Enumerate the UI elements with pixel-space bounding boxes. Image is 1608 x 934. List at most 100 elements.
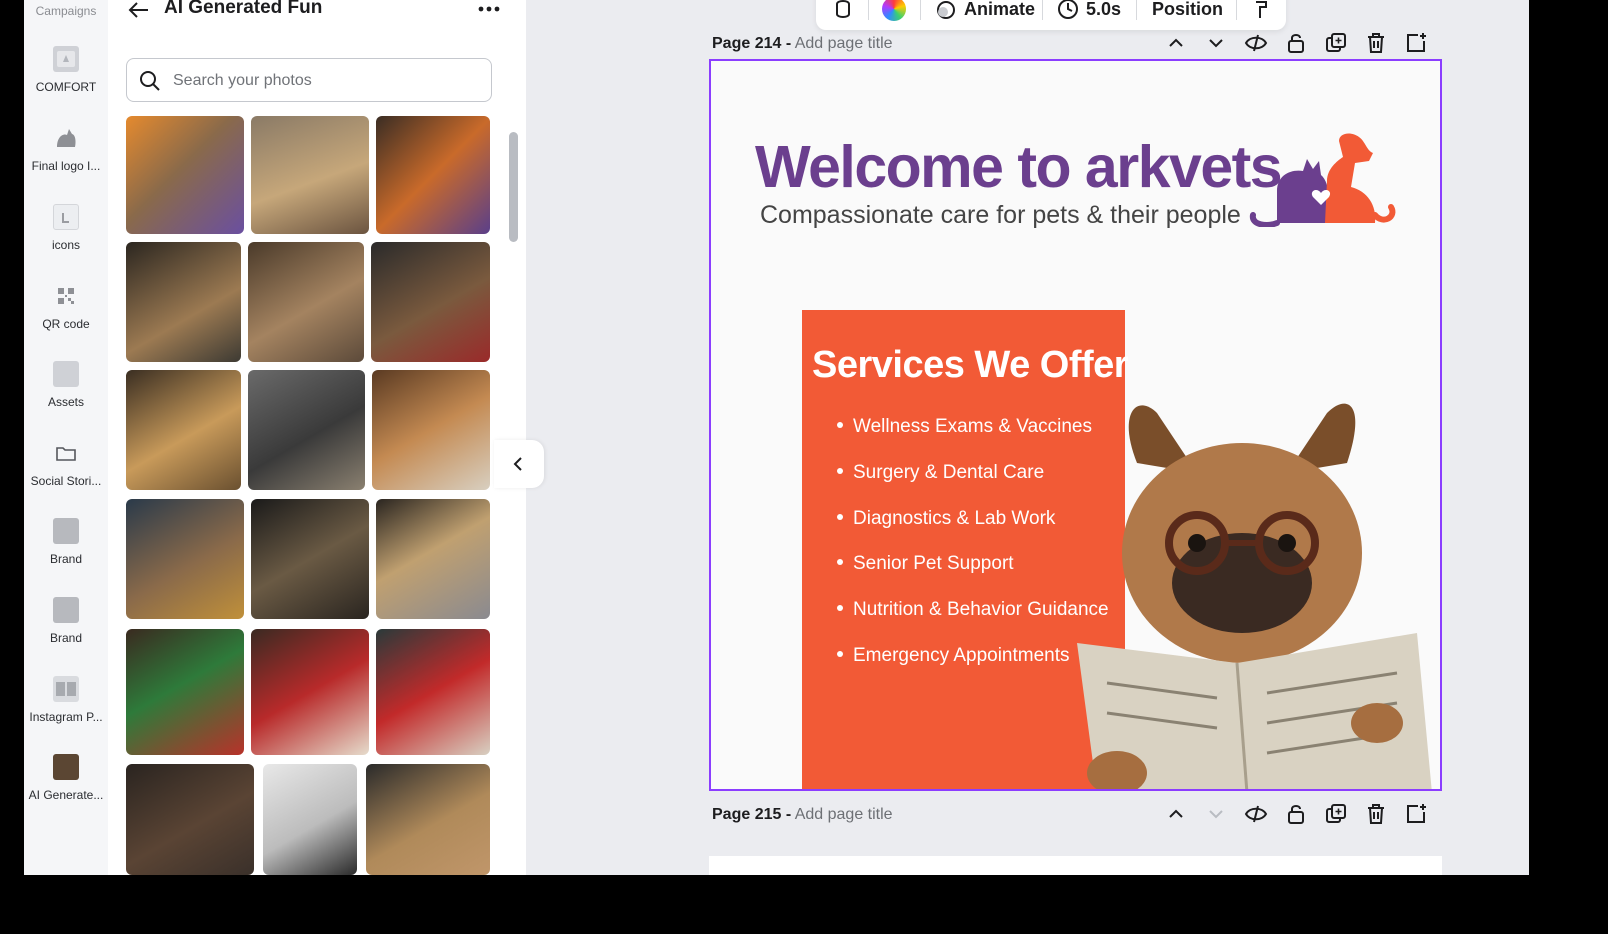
- rail-item-qr-code[interactable]: QR code: [24, 283, 108, 331]
- delete-page-icon[interactable]: [1364, 31, 1388, 55]
- photo-thumbnail[interactable]: [248, 242, 364, 362]
- collapse-panel-button[interactable]: [494, 440, 544, 488]
- page-number: Page 214 -: [712, 35, 792, 52]
- arkvets-logo[interactable]: [1247, 131, 1397, 227]
- rail-item-icons[interactable]: icons: [24, 204, 108, 252]
- color-wheel-icon: [882, 0, 906, 21]
- scrollbar-thumb[interactable]: [509, 132, 518, 242]
- photo-thumbnail[interactable]: [371, 242, 490, 362]
- hide-page-icon[interactable]: [1244, 31, 1268, 55]
- photo-thumbnail[interactable]: [251, 116, 369, 234]
- rail-item-label: Brand: [49, 631, 83, 645]
- move-up-icon[interactable]: [1164, 31, 1188, 55]
- photo-thumbnail[interactable]: [248, 370, 365, 490]
- photo-thumbnail[interactable]: [126, 764, 254, 875]
- lock-icon[interactable]: [1284, 802, 1308, 826]
- page-title-input[interactable]: Add page title: [795, 35, 893, 52]
- panel-scrollbar[interactable]: [508, 132, 518, 872]
- photo-thumbnail[interactable]: [372, 370, 490, 490]
- rail-item-comfort[interactable]: COMFORT: [24, 46, 108, 94]
- photo-thumbnail[interactable]: [126, 116, 244, 234]
- toolbar-divider: [920, 0, 921, 20]
- duplicate-page-icon[interactable]: [1324, 802, 1348, 826]
- move-up-icon[interactable]: [1164, 802, 1188, 826]
- rail-item-ai-generated[interactable]: AI Generate...: [24, 754, 108, 802]
- paint-bucket-button[interactable]: [832, 0, 854, 26]
- instagram-thumbnail: [53, 676, 79, 702]
- icons-thumbnail: [53, 204, 79, 230]
- page-header-214: Page 214 - Add page title: [712, 35, 893, 53]
- search-icon: [140, 71, 160, 91]
- photo-thumbnail[interactable]: [251, 629, 369, 755]
- back-arrow-icon[interactable]: [128, 0, 150, 20]
- color-picker-button[interactable]: [882, 0, 906, 26]
- toolbar-divider: [1136, 0, 1137, 20]
- qr-code-icon: [53, 283, 79, 309]
- duplicate-page-icon[interactable]: [1324, 31, 1348, 55]
- rail-item-social-stories[interactable]: Social Stori...: [24, 440, 108, 488]
- services-title[interactable]: Services We Offer: [812, 344, 1129, 387]
- photo-thumbnail[interactable]: [376, 499, 490, 619]
- service-item[interactable]: Emergency Appointments: [837, 645, 1070, 667]
- design-canvas[interactable]: Welcome to arkvets Compassionate care fo…: [709, 59, 1442, 791]
- add-page-icon[interactable]: [1404, 31, 1428, 55]
- animate-label: Animate: [964, 0, 1036, 19]
- search-input[interactable]: [171, 69, 475, 93]
- headline[interactable]: Welcome to arkvets: [755, 133, 1283, 201]
- photo-thumbnail[interactable]: [126, 629, 244, 755]
- animate-button[interactable]: Animate: [934, 0, 1035, 26]
- service-item[interactable]: Surgery & Dental Care: [837, 462, 1044, 484]
- style-copy-button[interactable]: [1250, 0, 1272, 26]
- page-header-215: Page 215 - Add page title: [712, 806, 893, 824]
- service-item[interactable]: Nutrition & Behavior Guidance: [837, 599, 1109, 621]
- chevron-left-icon: [513, 457, 522, 471]
- hide-page-icon[interactable]: [1244, 802, 1268, 826]
- photo-thumbnail[interactable]: [376, 116, 490, 234]
- logo-thumbnail: [53, 125, 79, 151]
- rail-item-label: COMFORT: [35, 80, 97, 94]
- assets-thumbnail: [53, 361, 79, 387]
- photo-thumbnail[interactable]: [126, 499, 244, 619]
- delete-page-icon[interactable]: [1364, 802, 1388, 826]
- folder-icon: [53, 440, 79, 466]
- more-options-icon[interactable]: [476, 4, 502, 14]
- editor-app: Campaigns COMFORT Final logo I... icons …: [24, 0, 1529, 875]
- photo-thumbnail[interactable]: [263, 764, 357, 875]
- rail-item-label: icons: [51, 238, 80, 252]
- rail-item-label: Brand: [49, 552, 83, 566]
- next-page-canvas[interactable]: [709, 856, 1442, 875]
- lock-icon[interactable]: [1284, 31, 1308, 55]
- photo-thumbnail[interactable]: [366, 764, 490, 875]
- paint-roller-icon: [1256, 1, 1267, 18]
- service-item[interactable]: Senior Pet Support: [837, 553, 1014, 575]
- position-button[interactable]: Position: [1152, 0, 1223, 26]
- photo-thumbnail[interactable]: [251, 499, 369, 619]
- move-down-icon[interactable]: [1204, 31, 1228, 55]
- duration-button[interactable]: 5.0s: [1056, 0, 1121, 26]
- rail-item-campaigns[interactable]: Campaigns: [24, 4, 108, 18]
- service-item[interactable]: Diagnostics & Lab Work: [837, 508, 1055, 530]
- photo-search[interactable]: [126, 58, 492, 102]
- photo-thumbnail[interactable]: [126, 242, 241, 362]
- page-title-input[interactable]: Add page title: [795, 806, 893, 823]
- rail-item-brand[interactable]: Brand: [24, 518, 108, 566]
- duration-label: 5.0s: [1086, 0, 1122, 19]
- tagline[interactable]: Compassionate care for pets & their peop…: [760, 201, 1241, 230]
- panel-title: AI Generated Fun: [164, 0, 323, 18]
- toolbar-divider: [1042, 0, 1043, 20]
- service-text: Nutrition & Behavior Guidance: [853, 599, 1109, 620]
- rail-item-instagram[interactable]: Instagram P...: [24, 676, 108, 724]
- rail-item-assets[interactable]: Assets: [24, 361, 108, 409]
- rail-item-brand-2[interactable]: Brand: [24, 597, 108, 645]
- move-down-icon: [1209, 810, 1223, 819]
- bulldog-reading-newspaper-image[interactable]: [1077, 393, 1442, 791]
- add-page-icon[interactable]: [1404, 802, 1428, 826]
- rail-item-label: Social Stori...: [30, 474, 102, 488]
- page-actions-215: [1164, 802, 1436, 826]
- rail-item-label: Final logo I...: [31, 159, 101, 173]
- brand-thumbnail: [53, 518, 79, 544]
- photo-thumbnail[interactable]: [376, 629, 490, 755]
- photo-thumbnail[interactable]: [126, 370, 241, 490]
- service-item[interactable]: Wellness Exams & Vaccines: [837, 416, 1092, 438]
- rail-item-final-logo[interactable]: Final logo I...: [24, 125, 108, 173]
